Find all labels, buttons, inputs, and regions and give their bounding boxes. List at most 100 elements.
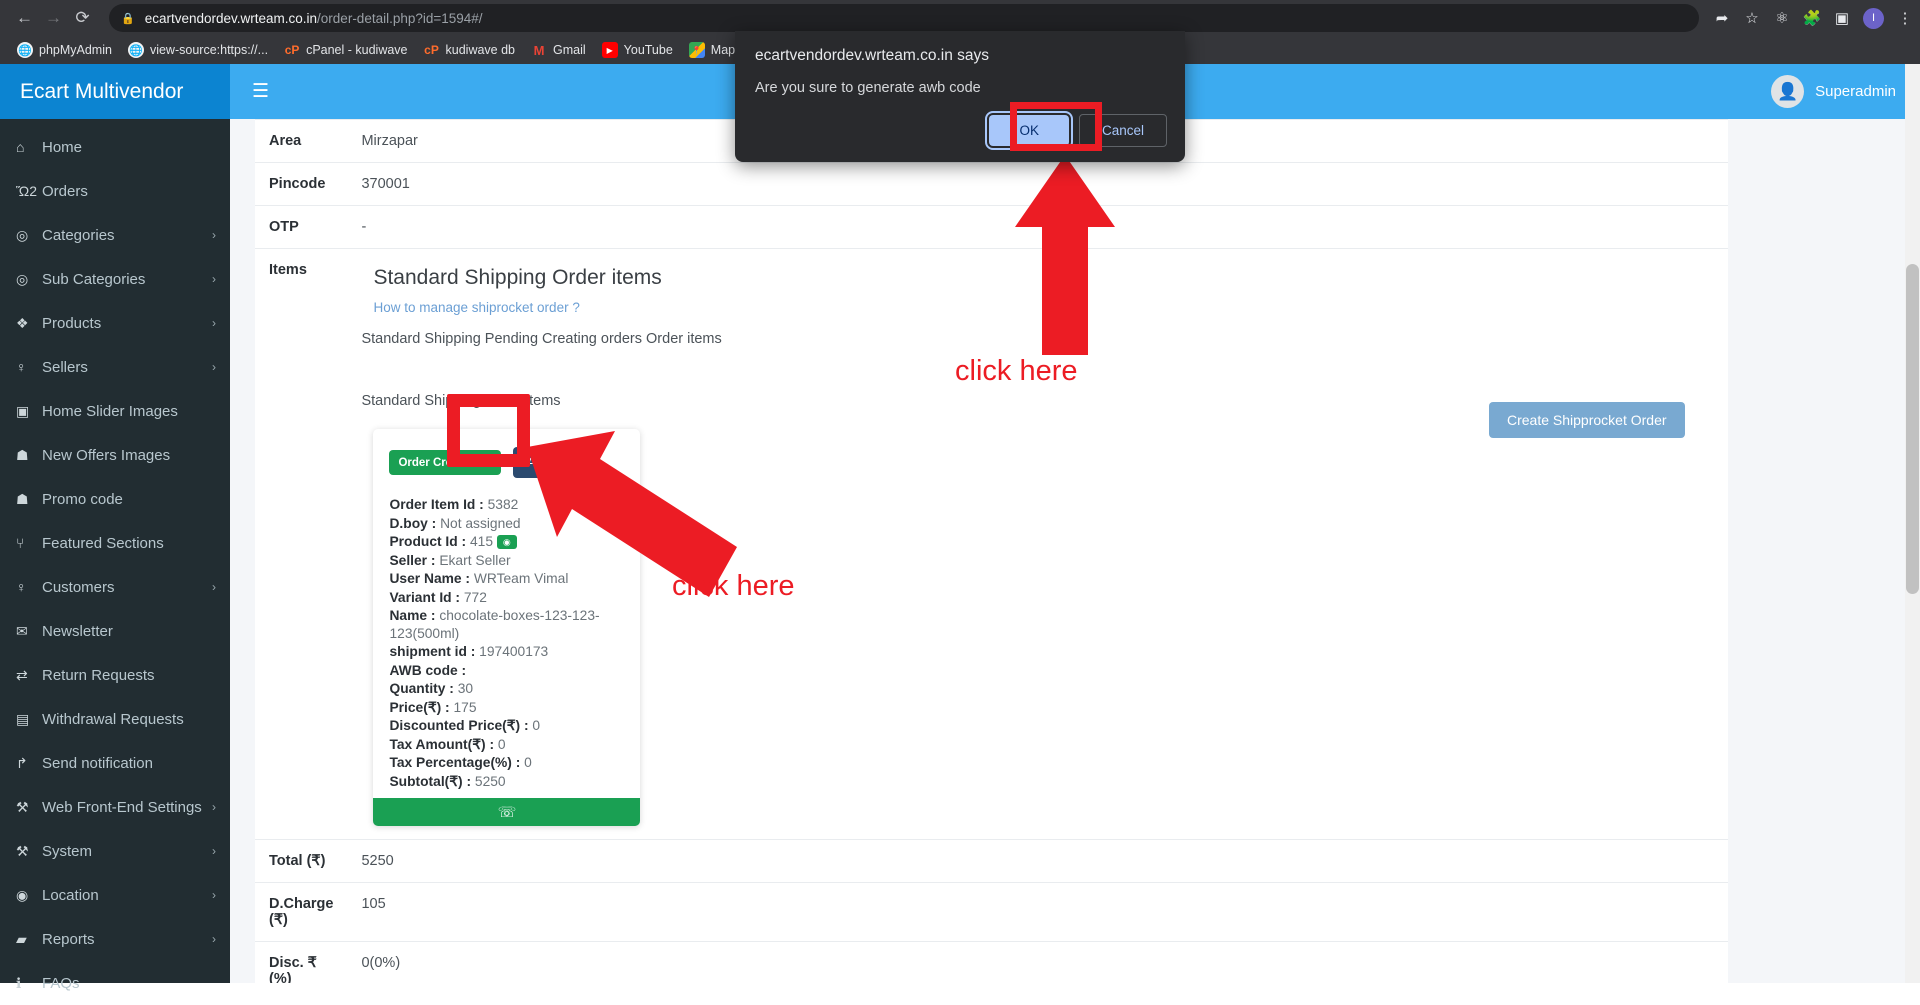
side-panel-icon[interactable]: ▣ [1827, 3, 1857, 33]
bookmark-cpanel[interactable]: cP cPanel - kudiwave [277, 39, 414, 61]
cart-icon: Ὥ2 [16, 183, 37, 199]
profile-avatar-icon[interactable]: I [1863, 7, 1884, 29]
bookmark-label: kudiwave db [445, 43, 516, 57]
share-icon[interactable]: ➦ [1707, 3, 1737, 33]
sidebar-item-withdrawal-requests[interactable]: ▤ Withdrawal Requests [0, 697, 230, 741]
sidebar-item-reports[interactable]: ▰ Reports › [0, 917, 230, 961]
sidebar-item-newsletter[interactable]: ✉ Newsletter [0, 609, 230, 653]
sidebar-item-label: Sub Categories [42, 270, 146, 288]
bookmark-star-icon[interactable]: ☆ [1737, 3, 1767, 33]
chevron-right-icon: › [212, 316, 216, 330]
bookmark-gmail[interactable]: M Gmail [524, 39, 593, 61]
gift-icon: ☗ [16, 446, 29, 463]
reload-icon[interactable]: ⟳ [68, 1, 97, 35]
item-field: Product Id : 415 ◉ [389, 533, 624, 551]
bookmark-label: view-source:https://... [149, 43, 269, 57]
sidebar-item-send-notification[interactable]: ↱ Send notification [0, 741, 230, 785]
sidebar-item-home[interactable]: ⌂ Home [0, 125, 230, 169]
scrollbar-thumb[interactable] [1906, 264, 1919, 594]
create-shiprocket-order-button[interactable]: Create Shipprocket Order [1489, 402, 1685, 438]
bookmark-label: cPanel - kudiwave [306, 43, 408, 57]
sidebar-item-location[interactable]: ◉ Location › [0, 873, 230, 917]
cubes-icon: ❖ [16, 314, 29, 331]
sidebar-item-faqs[interactable]: ℹ FAQs [0, 961, 230, 1005]
user-menu[interactable]: 👤 Superadmin [1771, 75, 1920, 108]
item-field: Subtotal(₹) : 5250 [389, 773, 624, 791]
sidebar-item-orders[interactable]: Ὥ2 Orders [0, 169, 230, 213]
shiprocket-help-link[interactable]: How to manage shiprocket order ? [373, 300, 1714, 315]
brand-title: Ecart Multivendor [0, 64, 230, 119]
gmail-icon: M [533, 42, 545, 58]
sidebar-item-label: Featured Sections [42, 534, 164, 552]
extension-react-icon[interactable]: ⚛ [1767, 3, 1797, 33]
item-field-value: 5250 [474, 773, 506, 789]
sidebar-item-products[interactable]: ❖ Products › [0, 301, 230, 345]
pending-orders-text: Standard Shipping Pending Creating order… [361, 331, 722, 347]
table-row: Total (₹) 5250 [255, 839, 1728, 883]
sidebar-item-sub-categories[interactable]: ◎ Sub Categories › [0, 257, 230, 301]
share-square-icon: ↱ [16, 754, 28, 771]
bookmark-view-source[interactable]: 🌐 view-source:https://... [121, 39, 275, 61]
sidebar-menu: ⌂ Home Ὥ2 Orders ◎ Categories › ◎ Sub Categories… [0, 119, 230, 1005]
item-field: Discounted Price(₹) : 0 [389, 717, 624, 735]
page-scrollbar[interactable] [1905, 64, 1920, 983]
chevron-right-icon: › [212, 272, 216, 286]
awb-button[interactable]: AWB [512, 447, 571, 478]
sidebar-item-label: Orders [42, 182, 88, 200]
forward-icon[interactable]: → [39, 1, 68, 35]
bookmark-kudiwave-db[interactable]: cP kudiwave db [417, 39, 523, 61]
sidebar-item-categories[interactable]: ◎ Categories › [0, 213, 230, 257]
address-bar[interactable]: 🔒 ecartvendordev.wrteam.co.in/order-deta… [109, 4, 1699, 32]
row-value: 5250 [347, 839, 1728, 883]
dialog-ok-button[interactable]: OK [985, 111, 1073, 150]
item-field-label: Name : [389, 608, 436, 624]
sidebar-item-customers[interactable]: ♀ Customers › [0, 565, 230, 609]
sidebar-item-label: Web Front-End Settings [42, 798, 202, 816]
row-value: 105 [347, 882, 1728, 942]
folder-icon: ▰ [16, 930, 27, 947]
sidebar-item-label: Home Slider Images [42, 402, 178, 420]
whatsapp-button[interactable]: ☏ [373, 798, 641, 827]
sidebar-item-promo-code[interactable]: ☗ Promo code [0, 477, 230, 521]
item-field-label: Price(₹) : [389, 699, 450, 715]
sidebar-item-featured-sections[interactable]: ⑂ Featured Sections [0, 521, 230, 565]
table-row: OTP - [255, 205, 1728, 249]
order-detail-table: Area Mirzapar Pincode 370001 OTP - Items [255, 119, 1728, 983]
table-row: Disc. ₹ (%) 0(0%) [255, 941, 1728, 983]
sidebar: Ecart Multivendor ⌂ Home Ὥ2 Orders ◎ Categori… [0, 64, 230, 992]
sidebar-item-label: Send notification [42, 754, 153, 772]
item-field-label: Tax Percentage(%) : [389, 755, 521, 771]
sidebar-item-web-front-end-settings[interactable]: ⚒ Web Front-End Settings › [0, 785, 230, 829]
item-field: AWB code : [389, 662, 624, 680]
item-field-label: Subtotal(₹) : [389, 773, 472, 789]
dialog-cancel-button[interactable]: Cancel [1078, 114, 1167, 147]
back-icon[interactable]: ← [10, 1, 39, 35]
sidebar-item-label: Customers [42, 578, 115, 596]
item-field-label: Tax Amount(₹) : [389, 736, 495, 752]
bookmark-label: YouTube [623, 43, 673, 57]
person-icon: ♀ [16, 359, 27, 375]
bookmark-phpmyadmin[interactable]: 🌐 phpMyAdmin [10, 39, 119, 61]
annotation-click-here-top: click here [955, 355, 1078, 387]
item-field-value: 0 [497, 736, 506, 752]
sidebar-item-sellers[interactable]: ♀ Sellers › [0, 345, 230, 389]
item-field-value: Ekart Seller [439, 552, 511, 568]
hamburger-menu-icon[interactable]: ☰ [230, 64, 291, 119]
dialog-message: Are you sure to generate awb code [755, 80, 981, 96]
chrome-menu-icon[interactable]: ⋮ [1890, 3, 1920, 33]
eye-icon[interactable]: ◉ [496, 535, 517, 550]
puzzle-extensions-icon[interactable]: 🧩 [1797, 3, 1827, 33]
sitemap-icon: ⑂ [16, 535, 25, 551]
application-window: Ecart Multivendor ⌂ Home Ὥ2 Orders ◎ Categori… [0, 64, 1920, 992]
sidebar-item-new-offers-images[interactable]: ☗ New Offers Images [0, 433, 230, 477]
item-field: Name : chocolate-boxes-123-123-123(500ml… [389, 607, 624, 642]
person-icon: ♀ [16, 579, 27, 595]
row-key: Area [255, 119, 348, 163]
sidebar-item-system[interactable]: ⚒ System › [0, 829, 230, 873]
items-cell: Standard Shipping Order items How to man… [347, 247, 1728, 840]
sidebar-item-home-slider-images[interactable]: ▣ Home Slider Images [0, 389, 230, 433]
sidebar-item-return-requests[interactable]: ⇄ Return Requests [0, 653, 230, 697]
sidebar-item-label: Withdrawal Requests [42, 710, 184, 728]
chevron-right-icon: › [212, 888, 216, 902]
bookmark-youtube[interactable]: ▶ YouTube [595, 39, 680, 61]
